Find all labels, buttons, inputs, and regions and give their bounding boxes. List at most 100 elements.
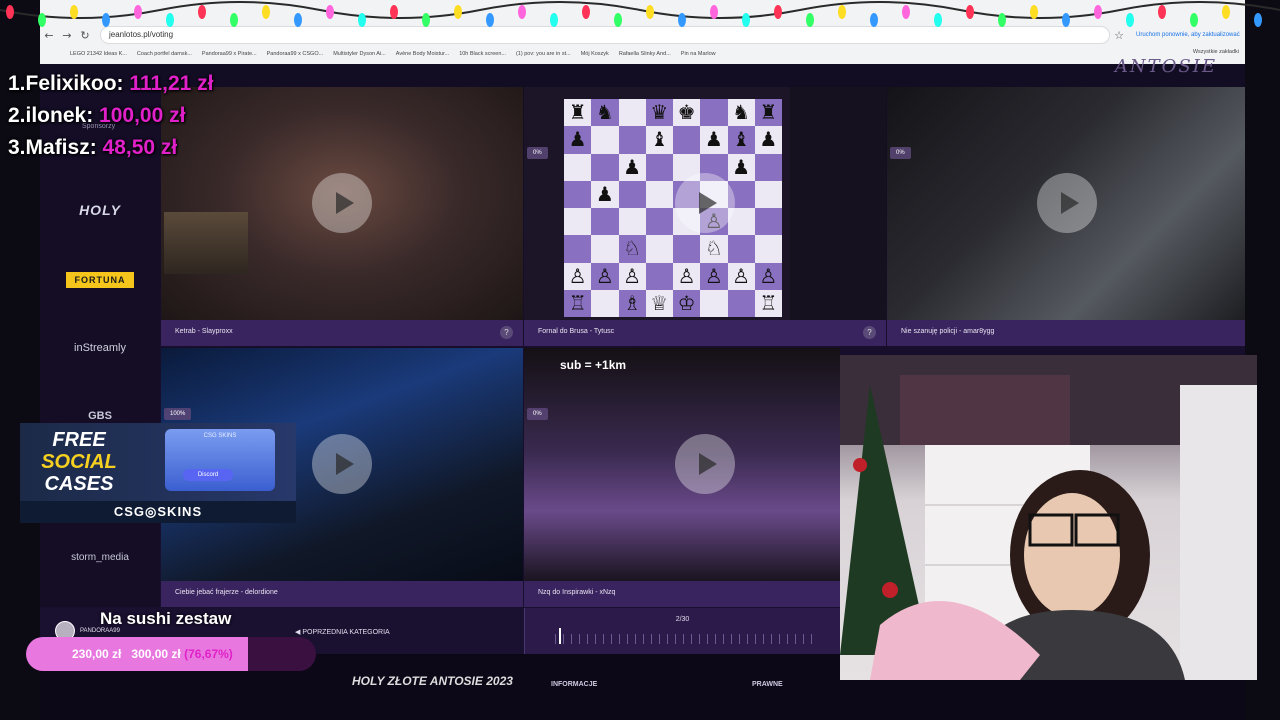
bookmark[interactable]: Rafaella Slinky And...: [619, 51, 671, 57]
video-tile[interactable]: ♜ ♞ ♛ ♚ ♞ ♜ ♟ ♝ ♟ ♝ ♟ ♟ ♟ ♟ ♙ ♘ ♘ ♙ ♙ ♙ ♙ ♙ ♙ ♙ ♖ ♗ ♕ ♔ ♖ 0% Fornal …: [524, 87, 886, 346]
progress-ticks[interactable]: [555, 634, 815, 644]
bookmark[interactable]: Multistyler Dyson Ai...: [333, 51, 386, 57]
chess-board: ♜ ♞ ♛ ♚ ♞ ♜ ♟ ♝ ♟ ♝ ♟ ♟ ♟ ♟ ♙ ♘ ♘ ♙ ♙ ♙ ♙ ♙ ♙ ♙ ♖ ♗ ♕ ♔ ♖: [564, 99, 782, 317]
chess-square: ♘: [700, 235, 728, 263]
goal-percent: (76,67%): [184, 647, 233, 661]
play-icon[interactable]: [312, 434, 372, 494]
subtitle-overlay: sub = +1km: [560, 358, 627, 372]
csgskins-ad-banner: FREE SOCIAL CASES CSG SKINS Discord CSG◎…: [20, 423, 296, 523]
bookmark[interactable]: Avène Body Moistur...: [396, 51, 449, 57]
footer-logo[interactable]: HOLY ZŁOTE ANTOSIE 2023: [352, 674, 513, 688]
bookmark[interactable]: Pandoraa99 x CSGO...: [267, 51, 324, 57]
chess-square: [727, 289, 755, 317]
move-list-panel: [790, 87, 886, 320]
sponsor-fortuna-logo[interactable]: FORTUNA: [66, 272, 134, 288]
chess-square: ♟: [564, 126, 592, 154]
bookmarks-bar: LEGO 21342 Ideas K... Coach portfel dams…: [40, 47, 1245, 61]
score-badge: 0%: [527, 147, 548, 159]
sponsor-gbs-logo[interactable]: GBS: [40, 410, 160, 422]
chess-square: ♙: [700, 262, 728, 290]
chess-square: ♖: [754, 289, 782, 317]
bookmark[interactable]: Pin na Marlow: [681, 51, 716, 57]
ad-line-cases: CASES: [44, 473, 114, 495]
play-icon[interactable]: [1037, 173, 1097, 233]
previous-category-button[interactable]: ◀ POPRZEDNIA KATEGORIA: [295, 628, 390, 636]
light-bulb-icon: [1254, 13, 1262, 27]
update-notice[interactable]: Uruchom ponownie, aby zaktualizować: [1136, 32, 1240, 38]
chess-square: ♝: [645, 126, 673, 154]
footer-info-heading: INFORMACJE: [551, 681, 598, 688]
all-bookmarks-link[interactable]: Wszystkie zakładki: [1193, 49, 1239, 55]
play-icon[interactable]: [675, 434, 735, 494]
goal-title: Na sushi zestaw: [100, 609, 232, 628]
chess-square: ♟: [700, 126, 728, 154]
video-tile[interactable]: sub = +1km 0% Nzq do Inspirawki - xNzq: [524, 348, 840, 607]
help-icon[interactable]: ?: [500, 326, 513, 339]
progress-cursor[interactable]: [559, 628, 561, 644]
chess-square: [645, 153, 673, 181]
chess-square: ♗: [618, 289, 646, 317]
sponsor-storm-logo[interactable]: storm_media: [40, 552, 160, 563]
help-icon[interactable]: ?: [863, 326, 876, 339]
score-badge: 0%: [527, 408, 548, 420]
bookmark[interactable]: (1) pov: you are in st...: [516, 51, 571, 57]
leaderboard-row: 3.Mafisz: 48,50 zł: [8, 136, 213, 168]
chess-square: ♘: [618, 235, 646, 263]
chess-square: [591, 289, 619, 317]
bookmark[interactable]: Pandoraa99 x Pirate...: [202, 51, 257, 57]
tile-caption: Ketrab - Slayproxx: [175, 328, 233, 335]
play-icon[interactable]: [312, 173, 372, 233]
tile-caption-bar: Fornal do Brusa - Tytusc ?: [524, 320, 886, 346]
chess-square: [645, 235, 673, 263]
chess-square: ♟: [727, 153, 755, 181]
ad-line-social: SOCIAL: [41, 451, 117, 473]
chess-square: [618, 99, 646, 127]
score-badge: 100%: [164, 408, 192, 420]
reload-icon[interactable]: ↻: [76, 29, 94, 42]
leaderboard-amount: 100,00 zł: [99, 104, 186, 127]
back-icon[interactable]: ←: [40, 29, 58, 42]
bookmark[interactable]: LEGO 21342 Ideas K...: [70, 51, 127, 57]
video-tile[interactable]: 0% Nie szanuję policji - amar8ygg: [887, 87, 1245, 346]
chess-square: [618, 126, 646, 154]
chess-square: [591, 153, 619, 181]
browser-chrome: ← → ↻ jeanlotos.pl/voting ☆ Uruchom pono…: [40, 0, 1245, 64]
video-tile[interactable]: Ketrab - Slayproxx ?: [161, 87, 523, 346]
sponsor-holy-logo[interactable]: HOLY: [40, 202, 160, 218]
chess-square: ♟: [754, 126, 782, 154]
chess-square: ♔: [673, 289, 701, 317]
chess-square: [645, 208, 673, 236]
bookmark[interactable]: Mój Koszyk: [581, 51, 609, 57]
chess-square: [673, 126, 701, 154]
leaderboard-name: Mafisz:: [25, 136, 97, 159]
bookmark[interactable]: 10h Black screen...: [459, 51, 506, 57]
chess-square: [591, 208, 619, 236]
chess-square: ♟: [591, 180, 619, 208]
sponsor-instreamly-logo[interactable]: inStreamly: [40, 342, 160, 354]
goal-target: 300,00 zł: [131, 647, 181, 661]
url-field[interactable]: jeanlotos.pl/voting: [100, 26, 1110, 44]
forward-icon[interactable]: →: [58, 29, 76, 42]
chess-square: ♙: [727, 262, 755, 290]
chess-square: [591, 126, 619, 154]
leaderboard-amount: 111,21 zł: [129, 72, 214, 95]
chess-square: [645, 262, 673, 290]
ad-line-free: FREE: [52, 429, 106, 451]
facecam-thumbnail: [164, 212, 248, 274]
chess-square: ♛: [645, 99, 673, 127]
chess-square: ♟: [618, 153, 646, 181]
chess-square: ♙: [618, 262, 646, 290]
chess-square: [754, 208, 782, 236]
play-icon[interactable]: [675, 173, 735, 233]
tile-caption: Fornal do Brusa - Tytusc: [538, 328, 615, 335]
star-icon[interactable]: ☆: [1110, 29, 1128, 42]
chess-square: ♜: [564, 99, 592, 127]
goal-progress-text: 230,00 zł 300,00 zł (76,67%): [72, 647, 233, 661]
leaderboard-row: 1.Felixikoo: 111,21 zł: [8, 72, 213, 104]
chess-square: [700, 289, 728, 317]
leaderboard-name: ilonek:: [25, 104, 94, 127]
webcam-scene: [840, 355, 1257, 680]
goal-username: PANDORAA99: [80, 628, 120, 634]
chess-square: [754, 235, 782, 263]
bookmark[interactable]: Coach portfel damsk...: [137, 51, 192, 57]
